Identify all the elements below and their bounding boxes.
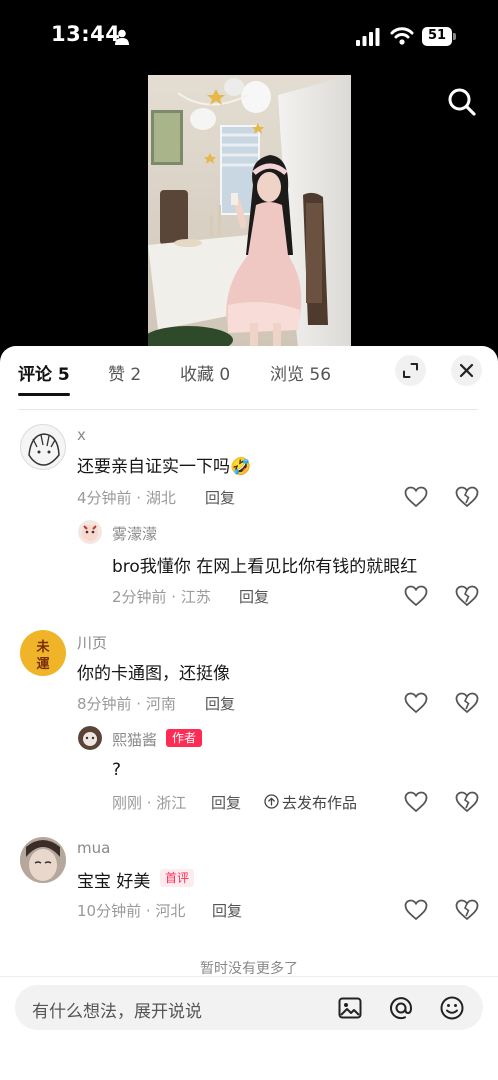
comment-username[interactable]: 川页 <box>77 632 107 653</box>
avatar[interactable]: 未 運 <box>20 630 66 676</box>
heart-icon[interactable] <box>404 585 428 607</box>
close-icon <box>459 363 474 378</box>
reply-username[interactable]: 雾濛濛 <box>112 523 157 544</box>
reply-text: bro我懂你 在网上看见比你有钱的就眼红 <box>112 557 418 577</box>
svg-text:運: 運 <box>36 657 49 672</box>
battery-icon: 51 <box>422 27 456 46</box>
person-icon <box>115 29 129 45</box>
reply-meta: 2分钟前 · 江苏 <box>112 588 211 606</box>
tab-favorites[interactable]: 收藏 0 <box>180 360 230 385</box>
avatar[interactable] <box>20 837 66 883</box>
emoji-icon[interactable] <box>439 995 465 1021</box>
reply-button[interactable]: 回复 <box>239 586 269 607</box>
comment-input-placeholder: 有什么想法，展开说说 <box>32 1002 202 1022</box>
svg-text:未: 未 <box>35 639 50 655</box>
comment-text: 宝宝 好美 <box>77 872 151 892</box>
tab-likes[interactable]: 赞 2 <box>108 360 141 385</box>
upload-icon[interactable] <box>264 794 279 809</box>
avatar[interactable] <box>20 424 66 470</box>
reply-text: ? <box>112 760 122 780</box>
comment-input-bar: 有什么想法，展开说说 <box>0 976 498 1080</box>
broken-heart-icon[interactable] <box>455 791 479 813</box>
comment-input[interactable]: 有什么想法，展开说说 <box>15 985 483 1030</box>
image-icon[interactable] <box>337 995 363 1021</box>
expand-icon <box>403 363 418 378</box>
comment-username[interactable]: x <box>77 426 86 444</box>
at-icon[interactable] <box>388 995 414 1021</box>
signal-icon <box>356 28 380 46</box>
comment-meta: 4分钟前 · 湖北 <box>77 489 176 507</box>
battery-level: 51 <box>427 28 447 43</box>
reply-meta: 刚刚 · 浙江 <box>112 794 187 812</box>
end-of-list-text: 暂时没有更多了 <box>200 961 298 977</box>
broken-heart-icon[interactable] <box>455 486 479 508</box>
heart-icon[interactable] <box>404 791 428 813</box>
heart-icon[interactable] <box>404 692 428 714</box>
reply-button[interactable]: 回复 <box>212 900 242 921</box>
reply-button[interactable]: 回复 <box>205 487 235 508</box>
comment-meta: 8分钟前 · 河南 <box>77 695 176 713</box>
status-bar: 13:44 51 <box>0 0 498 72</box>
broken-heart-icon[interactable] <box>455 692 479 714</box>
first-comment-badge: 首评 <box>160 869 195 887</box>
expand-button[interactable] <box>395 355 426 386</box>
broken-heart-icon[interactable] <box>455 899 479 921</box>
broken-heart-icon[interactable] <box>455 585 479 607</box>
avatar[interactable] <box>78 520 102 544</box>
comment-text: 你的卡通图，还挺像 <box>77 664 230 684</box>
close-button[interactable] <box>451 355 482 386</box>
tab-underline <box>18 393 70 396</box>
search-icon[interactable] <box>446 86 478 118</box>
status-time: 13:44 <box>51 22 121 46</box>
post-image-illustration <box>148 75 351 347</box>
heart-icon[interactable] <box>404 899 428 921</box>
reply-username[interactable]: 熙猫酱 <box>112 729 157 750</box>
post-image[interactable] <box>148 75 351 347</box>
avatar[interactable] <box>78 726 102 750</box>
tab-comments[interactable]: 评论 5 <box>18 360 70 385</box>
tab-views[interactable]: 浏览 56 <box>270 360 331 385</box>
publish-link[interactable]: 去发布作品 <box>282 792 357 813</box>
comment-meta: 10分钟前 · 河北 <box>77 902 186 920</box>
comments-sheet: 评论 5 赞 2 收藏 0 浏览 56 x 还要亲自证实一下吗🤣 4分钟前 · … <box>0 346 498 1080</box>
author-badge: 作者 <box>166 729 203 747</box>
comment-text: 还要亲自证实一下吗🤣 <box>77 457 252 477</box>
heart-icon[interactable] <box>404 486 428 508</box>
comment-username[interactable]: mua <box>77 839 110 857</box>
tab-divider <box>18 409 478 410</box>
reply-button[interactable]: 回复 <box>205 693 235 714</box>
wifi-icon <box>390 27 414 45</box>
reply-button[interactable]: 回复 <box>211 792 241 813</box>
comment-tabs: 评论 5 赞 2 收藏 0 浏览 56 <box>0 346 498 396</box>
